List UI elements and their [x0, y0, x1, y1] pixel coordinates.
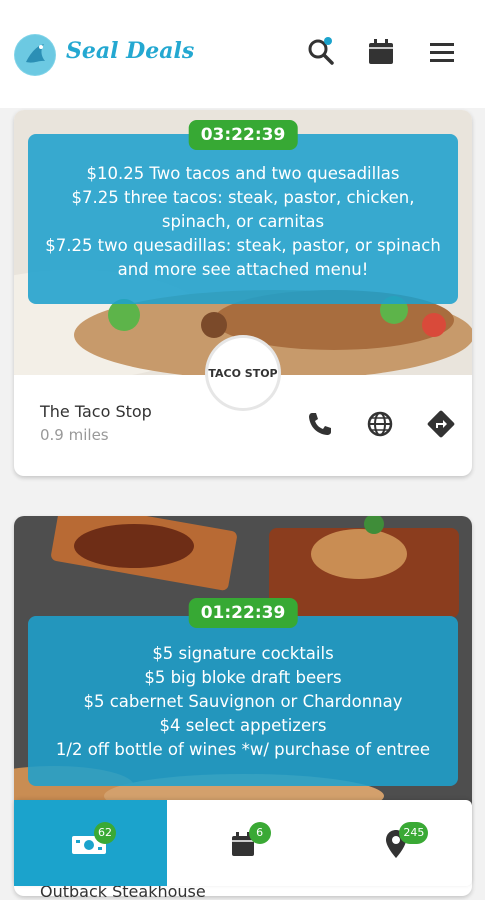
- deal-line: $5 cabernet Sauvignon or Chardonnay: [83, 692, 403, 711]
- menu-icon[interactable]: [426, 36, 458, 68]
- restaurant-name[interactable]: The Taco Stop: [40, 402, 152, 421]
- deal-line: $10.25 Two tacos and two quesadillas: [86, 164, 400, 183]
- brand-title: Seal Deals: [66, 38, 195, 64]
- tab-map[interactable]: 245: [319, 800, 472, 886]
- seal-logo: [14, 34, 56, 76]
- calendar-icon[interactable]: [365, 36, 397, 68]
- calendar-count-badge: 6: [248, 822, 271, 844]
- deal-line: $4 select appetizers: [159, 716, 327, 735]
- deal-line: 1/2 off bottle of wines *w/ purchase of …: [55, 740, 431, 759]
- deal-card[interactable]: $10.25 Two tacos and two quesadillas $7.…: [14, 110, 472, 476]
- restaurant-logo[interactable]: TACO STOP: [208, 338, 278, 408]
- countdown-timer: 03:22:39: [188, 120, 298, 150]
- map-count-badge: 245: [399, 822, 429, 844]
- deal-line: $5 signature cocktails: [152, 644, 334, 663]
- countdown-timer: 01:22:39: [188, 598, 298, 628]
- deal-line: $5 big bloke draft beers: [144, 668, 342, 687]
- phone-icon[interactable]: [304, 408, 336, 440]
- tab-calendar[interactable]: 6: [167, 800, 320, 886]
- deal-description: $5 signature cocktails $5 big bloke draf…: [28, 616, 458, 786]
- directions-icon[interactable]: [425, 408, 457, 440]
- app-header: Seal Deals: [0, 0, 485, 108]
- deal-line: $7.25 two quesadillas: steak, pastor, or…: [45, 236, 441, 279]
- restaurant-distance: 0.9 miles: [40, 426, 109, 444]
- search-icon[interactable]: [305, 36, 337, 68]
- deal-description: $10.25 Two tacos and two quesadillas $7.…: [28, 134, 458, 304]
- tab-deals[interactable]: 62: [14, 800, 167, 886]
- deals-count-badge: 62: [94, 822, 116, 844]
- globe-icon[interactable]: [364, 408, 396, 440]
- deal-line: $7.25 three tacos: steak, pastor, chicke…: [71, 188, 415, 231]
- bottom-navigation: 62 6 245: [14, 800, 472, 886]
